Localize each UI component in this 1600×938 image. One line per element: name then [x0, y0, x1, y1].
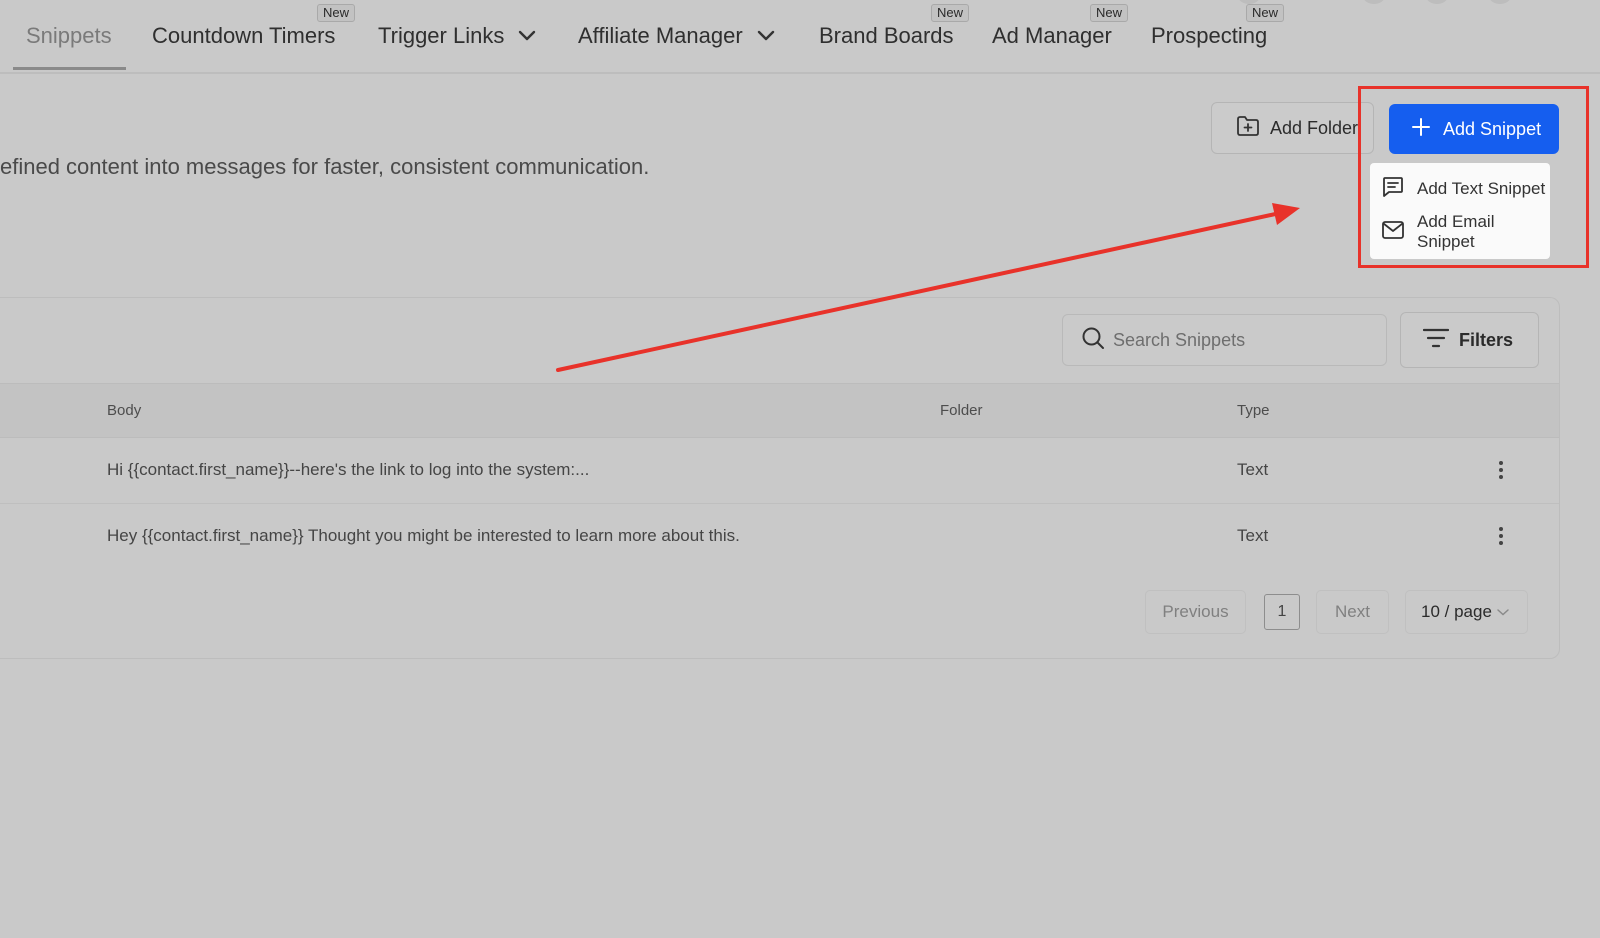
page-size-label: 10 / page: [1421, 602, 1492, 621]
cell-body: Hi {{contact.first_name}}--here's the li…: [107, 460, 590, 479]
tab-label: Ad Manager: [992, 23, 1112, 48]
menu-item-add-email-snippet[interactable]: Add Email Snippet: [1370, 212, 1550, 252]
cell-type: Text: [1237, 526, 1269, 545]
search-box[interactable]: [1062, 314, 1387, 366]
avatar[interactable]: [1363, 0, 1385, 4]
table-row[interactable]: Hey {{contact.first_name}} Thought you m…: [0, 504, 1559, 570]
next-page-button[interactable]: Next: [1316, 590, 1389, 634]
tab-label: Trigger Links: [378, 23, 505, 48]
add-folder-button[interactable]: Add Folder: [1211, 102, 1374, 154]
tab-label: Prospecting: [1151, 23, 1268, 48]
column-header-body[interactable]: Body: [107, 402, 141, 419]
add-folder-label: Add Folder: [1270, 117, 1359, 138]
tab-trigger-links[interactable]: Trigger Links: [378, 0, 536, 72]
avatar[interactable]: [1489, 0, 1511, 4]
filters-button[interactable]: Filters: [1400, 312, 1539, 368]
page-size-select[interactable]: 10 / page: [1405, 590, 1528, 634]
filters-label: Filters: [1459, 329, 1514, 350]
new-badge: New: [931, 4, 970, 22]
avatar[interactable]: [1426, 0, 1448, 4]
filter-icon: [1422, 328, 1450, 353]
previous-label: Previous: [1162, 602, 1229, 621]
new-badge: New: [317, 4, 356, 22]
add-snippet-dropdown: Add Text Snippet Add Email Snippet: [1370, 163, 1550, 259]
tab-label: Brand Boards: [819, 23, 954, 48]
tab-label: Countdown Timers: [152, 23, 336, 48]
tab-countdown-timers[interactable]: Countdown Timers: [152, 0, 335, 72]
tab-label: Snippets: [26, 23, 112, 48]
mail-icon: [1381, 220, 1405, 245]
chevron-down-icon: [1496, 602, 1510, 622]
add-snippet-label: Add Snippet: [1443, 118, 1542, 139]
page-description: efined content into messages for faster,…: [0, 154, 650, 179]
more-options-icon[interactable]: [1493, 524, 1509, 548]
next-label: Next: [1335, 602, 1370, 621]
previous-page-button[interactable]: Previous: [1145, 590, 1246, 634]
table-row[interactable]: Hi {{contact.first_name}}--here's the li…: [0, 438, 1559, 504]
plus-icon: [1411, 117, 1431, 142]
tab-label: Affiliate Manager: [578, 23, 743, 48]
cell-body: Hey {{contact.first_name}} Thought you m…: [107, 526, 740, 545]
active-tab-indicator: [13, 67, 126, 70]
search-input[interactable]: [1113, 329, 1373, 351]
top-nav: Snippets Countdown Timers New Trigger Li…: [0, 0, 1600, 74]
tab-snippets[interactable]: Snippets: [26, 0, 112, 72]
menu-item-label: Add Email Snippet: [1417, 212, 1495, 251]
cell-type: Text: [1237, 460, 1269, 479]
column-header-folder[interactable]: Folder: [940, 402, 983, 419]
message-icon: [1381, 176, 1405, 203]
more-options-icon[interactable]: [1493, 458, 1509, 482]
add-snippet-button[interactable]: Add Snippet: [1389, 104, 1559, 154]
menu-item-label: Add Text Snippet: [1417, 179, 1546, 198]
new-badge: New: [1090, 4, 1129, 22]
folder-plus-icon: [1236, 115, 1260, 142]
table-header: Body Folder Type: [0, 383, 1559, 438]
tab-affiliate-manager[interactable]: Affiliate Manager: [578, 0, 775, 72]
chevron-down-icon: [757, 30, 775, 42]
page-number-label: 1: [1277, 603, 1287, 620]
column-header-type[interactable]: Type: [1237, 402, 1270, 419]
search-icon: [1081, 326, 1105, 355]
new-badge: New: [1246, 4, 1285, 22]
menu-item-add-text-snippet[interactable]: Add Text Snippet: [1370, 169, 1550, 209]
page-number-button[interactable]: 1: [1264, 594, 1300, 630]
chevron-down-icon: [518, 30, 536, 42]
